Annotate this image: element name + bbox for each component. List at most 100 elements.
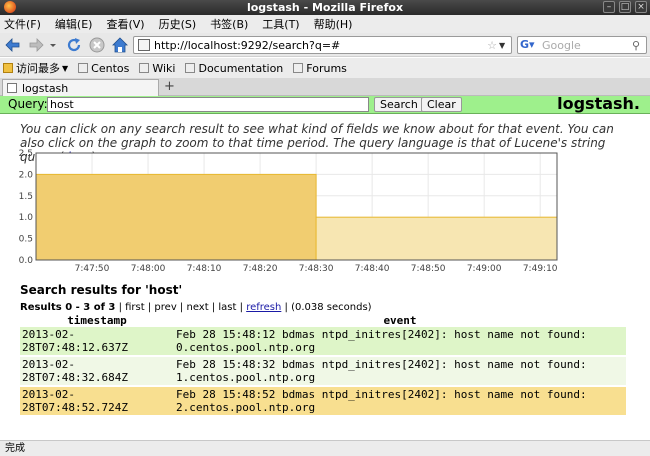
x-tick-label: 7:49:00 xyxy=(467,264,502,274)
y-tick-label: 1.0 xyxy=(19,213,34,223)
minimize-icon[interactable]: – xyxy=(603,1,615,13)
x-tick-label: 7:48:40 xyxy=(355,264,390,274)
y-tick-label: 0.5 xyxy=(19,235,33,245)
cell-event[interactable]: Feb 28 15:48:12 bdmas ntpd_initres[2402]… xyxy=(174,327,626,357)
history-dropdown-icon[interactable] xyxy=(49,37,57,53)
url-text[interactable]: http://localhost:9292/search?q=# xyxy=(154,39,487,52)
refresh-link[interactable]: refresh xyxy=(246,302,281,313)
page-icon xyxy=(185,63,196,73)
nav-toolbar: http://localhost:9292/search?q=# ☆ ▼ G▾ … xyxy=(0,33,650,57)
cell-event[interactable]: Feb 28 15:48:32 bdmas ntpd_initres[2402]… xyxy=(174,356,626,387)
google-icon[interactable]: G▾ xyxy=(520,38,542,52)
bookmark-label: Documentation xyxy=(198,61,284,75)
page-icon xyxy=(293,63,304,73)
bookmark-label: Wiki xyxy=(152,61,176,75)
url-bar[interactable]: http://localhost:9292/search?q=# ☆ ▼ xyxy=(133,36,512,54)
bookmark-star-icon[interactable]: ☆ xyxy=(487,39,497,52)
logstash-logo: logstash. xyxy=(557,94,640,113)
y-tick-label: 2.5 xyxy=(19,149,33,159)
y-tick-label: 0.0 xyxy=(19,256,34,266)
url-dropdown-icon[interactable]: ▼ xyxy=(499,41,511,50)
event-line: Feb 28 15:48:32 bdmas ntpd_initres[2402]… xyxy=(176,358,587,371)
histogram-chart[interactable]: 0.0 0.5 1.0 1.5 2.0 2.5 7:47:50 7:48:00 7:48:10 7… xyxy=(0,148,650,278)
bookmark-centos[interactable]: Centos xyxy=(78,62,129,75)
forward-icon[interactable] xyxy=(28,37,44,53)
close-icon[interactable]: × xyxy=(635,1,647,13)
x-tick-label: 7:48:00 xyxy=(131,264,166,274)
menu-bookmarks[interactable]: 书签(B) xyxy=(210,16,248,32)
menu-view[interactable]: 查看(V) xyxy=(106,16,144,32)
menu-tools[interactable]: 工具(T) xyxy=(262,16,299,32)
bookmark-label: Centos xyxy=(91,61,130,75)
stop-icon[interactable] xyxy=(89,37,105,53)
search-placeholder[interactable]: Google xyxy=(542,39,632,52)
new-tab-button[interactable]: + xyxy=(164,79,175,94)
x-tick-label: 7:49:10 xyxy=(523,264,558,274)
event-line: Feb 28 15:48:52 bdmas ntpd_initres[2402]… xyxy=(176,388,587,401)
column-header-event: event xyxy=(383,314,417,327)
event-line: 0.centos.pool.ntp.org xyxy=(176,341,316,354)
search-button[interactable]: Search xyxy=(374,97,424,112)
home-icon[interactable] xyxy=(112,37,128,53)
pager-next[interactable]: next xyxy=(186,302,208,313)
cell-timestamp[interactable]: 2013-02-28T07:48:12.637Z xyxy=(20,327,174,357)
menu-help[interactable]: 帮助(H) xyxy=(314,16,353,32)
bookmark-forums[interactable]: Forums xyxy=(293,62,347,75)
histogram-bar[interactable] xyxy=(315,216,558,261)
menu-history[interactable]: 历史(S) xyxy=(159,16,197,32)
query-input[interactable]: host xyxy=(47,97,369,112)
cell-timestamp[interactable]: 2013-02-28T07:48:52.724Z xyxy=(20,386,174,417)
bookmarks-toolbar: 访问最多 ▼ Centos Wiki Documentation Forums xyxy=(0,58,650,78)
cell-event[interactable]: Feb 28 15:48:52 bdmas ntpd_initres[2402]… xyxy=(174,386,626,417)
page-icon xyxy=(7,83,17,93)
menu-file[interactable]: 文件(F) xyxy=(4,16,41,32)
maximize-icon[interactable]: □ xyxy=(619,1,631,13)
event-line: 2.centos.pool.ntp.org xyxy=(176,401,316,414)
page-icon xyxy=(138,39,150,51)
bookmark-most-visited[interactable]: 访问最多 ▼ xyxy=(3,60,68,76)
tab-bar: logstash + xyxy=(0,78,650,96)
x-tick-label: 7:48:30 xyxy=(299,264,334,274)
bookmark-label: 访问最多 xyxy=(16,62,60,75)
clear-button[interactable]: Clear xyxy=(421,97,462,112)
pager-first[interactable]: first xyxy=(125,302,145,313)
tab-label: logstash xyxy=(22,81,69,95)
x-tick-label: 7:48:50 xyxy=(411,264,446,274)
web-search-bar[interactable]: G▾ Google ⚲ xyxy=(517,36,647,54)
folder-icon xyxy=(3,63,13,73)
menu-bar: 文件(F) 编辑(E) 查看(V) 历史(S) 书签(B) 工具(T) 帮助(H… xyxy=(0,15,650,33)
bookmark-wiki[interactable]: Wiki xyxy=(139,62,175,75)
query-label: Query: xyxy=(8,97,48,111)
x-tick-label: 7:48:10 xyxy=(187,264,222,274)
results-pager: Results 0 - 3 of 3 | first | prev | next… xyxy=(20,302,372,313)
search-icon[interactable]: ⚲ xyxy=(632,39,646,52)
results-range: Results 0 - 3 of 3 xyxy=(20,302,116,313)
table-row[interactable]: 2013-02-28T07:48:52.724Z Feb 28 15:48:52… xyxy=(20,386,626,417)
query-bar: Query: host Search Clear logstash. xyxy=(0,94,650,114)
chevron-down-icon: ▼ xyxy=(62,63,69,73)
histogram-bar[interactable] xyxy=(35,173,317,261)
cell-timestamp[interactable]: 2013-02-28T07:48:32.684Z xyxy=(20,356,174,387)
table-row[interactable]: 2013-02-28T07:48:32.684Z Feb 28 15:48:32… xyxy=(20,356,626,387)
table-row[interactable]: 2013-02-28T07:48:12.637Z Feb 28 15:48:12… xyxy=(20,327,626,357)
tab-logstash[interactable]: logstash xyxy=(2,79,159,96)
x-tick-label: 7:48:20 xyxy=(243,264,278,274)
y-tick-label: 1.5 xyxy=(19,192,33,202)
reload-icon[interactable] xyxy=(66,37,82,53)
window-title: logstash - Mozilla Firefox xyxy=(246,1,404,14)
menu-edit[interactable]: 编辑(E) xyxy=(55,16,93,32)
status-bar: 完成 xyxy=(0,440,650,456)
results-title: Search results for 'host' xyxy=(20,283,183,297)
x-tick-label: 7:47:50 xyxy=(75,264,110,274)
back-icon[interactable] xyxy=(5,37,21,53)
pager-last[interactable]: last xyxy=(218,302,236,313)
bookmark-documentation[interactable]: Documentation xyxy=(185,62,283,75)
event-line: 1.centos.pool.ntp.org xyxy=(176,371,316,384)
y-tick-label: 2.0 xyxy=(19,170,34,180)
bookmark-label: Forums xyxy=(306,61,347,75)
pager-prev[interactable]: prev xyxy=(154,302,176,313)
page-icon xyxy=(78,63,89,73)
column-header-timestamp: timestamp xyxy=(67,314,127,327)
title-bar: logstash - Mozilla Firefox – □ × xyxy=(0,0,650,15)
results-table: timestamp event 2013-02-28T07:48:12.637Z… xyxy=(20,314,626,417)
